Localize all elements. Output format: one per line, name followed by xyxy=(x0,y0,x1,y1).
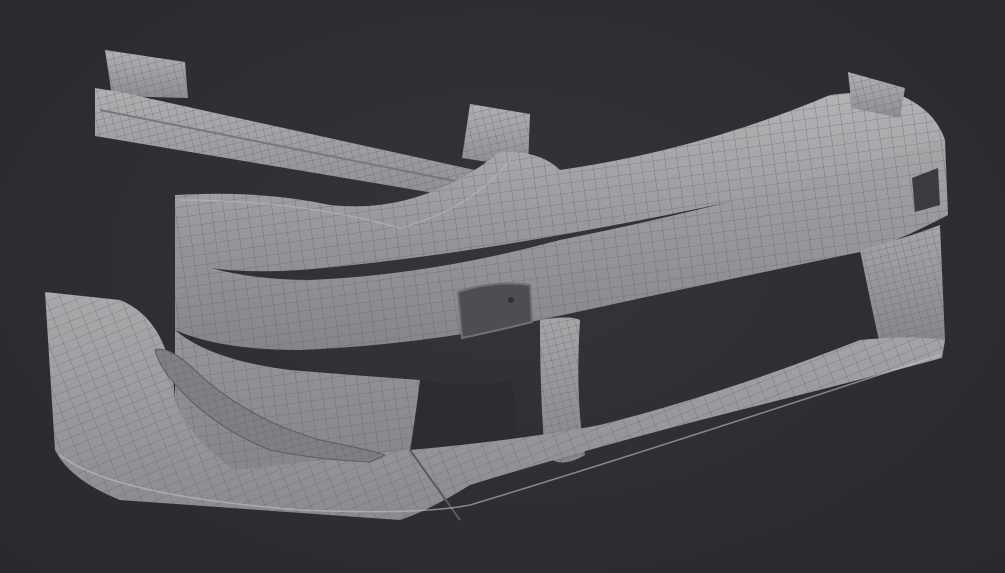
fog-light-bolt xyxy=(508,297,514,303)
fog-light-opening[interactable] xyxy=(456,282,534,340)
wheel-arch-shadow xyxy=(412,380,517,450)
3d-viewport[interactable] xyxy=(0,0,1005,573)
viewport-canvas[interactable] xyxy=(0,0,1005,573)
